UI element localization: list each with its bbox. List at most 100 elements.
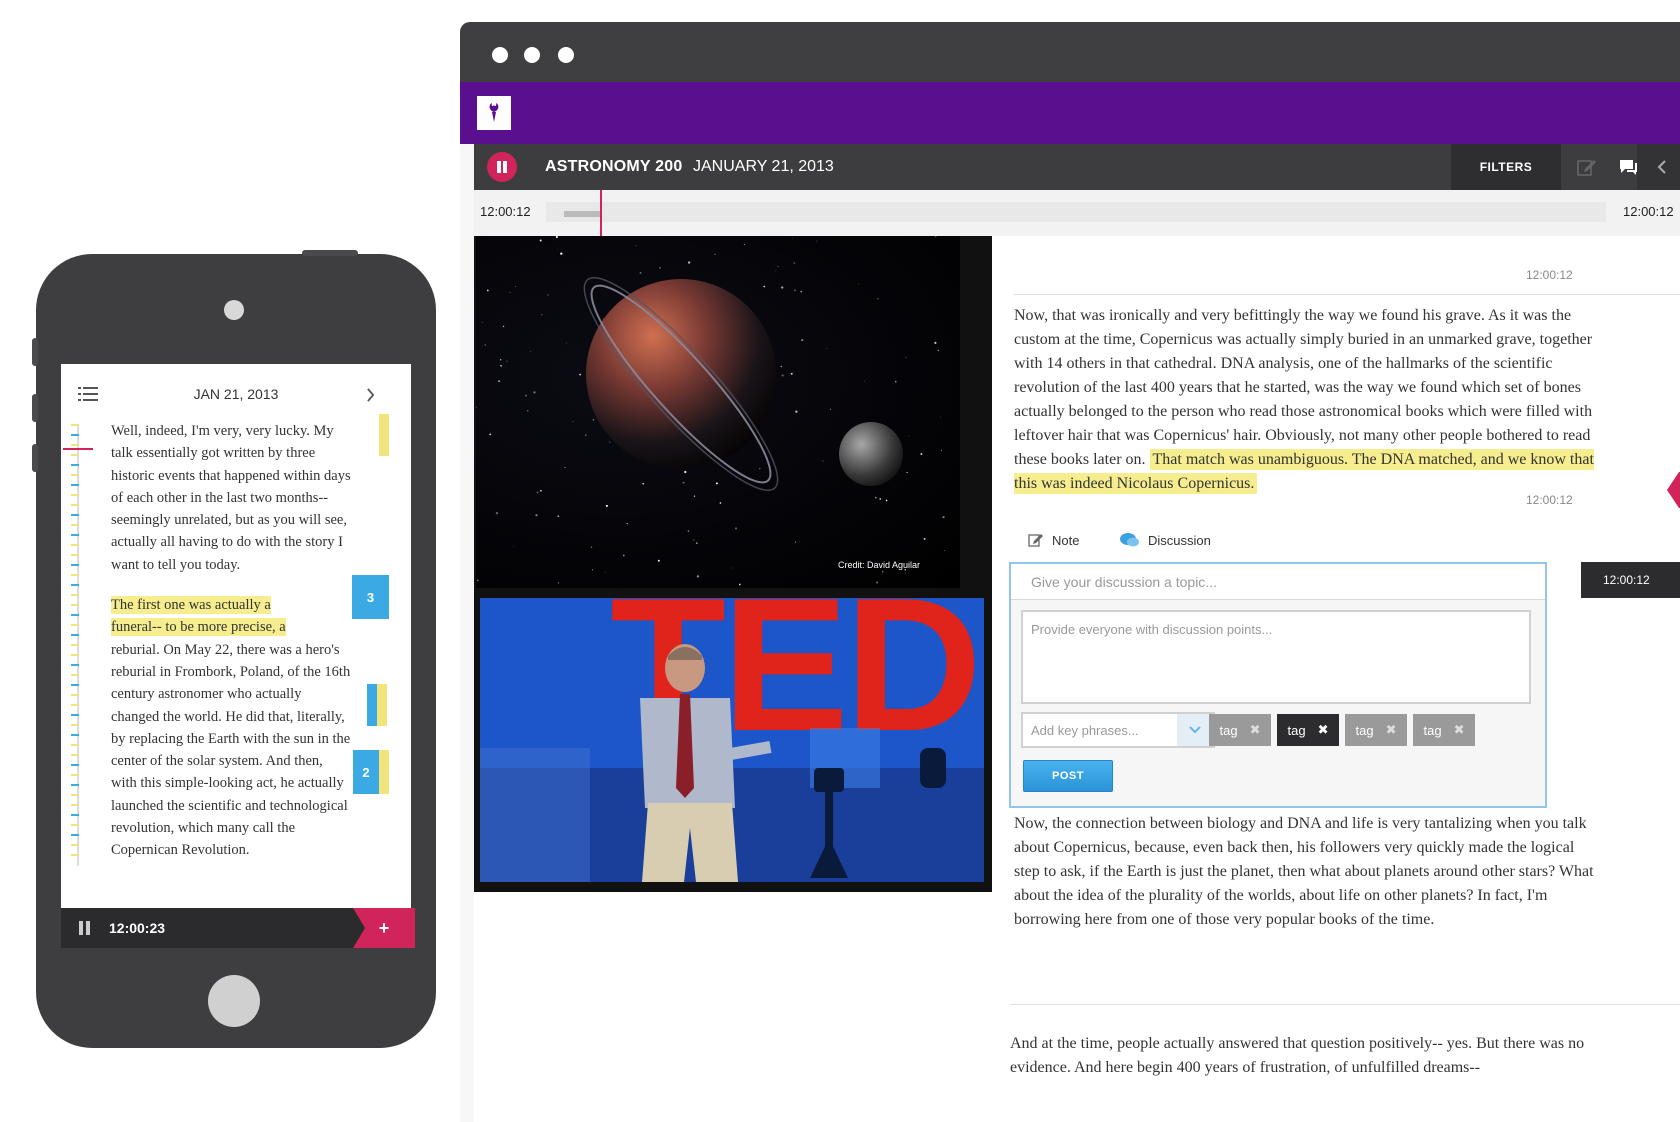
- timeline-tick: [71, 854, 79, 856]
- tag-chip-4[interactable]: tag ✖: [1413, 714, 1475, 746]
- post-button[interactable]: POST: [1023, 760, 1113, 792]
- timeline-tick: [71, 514, 79, 516]
- timeline-tick: [71, 594, 79, 596]
- pause-icon[interactable]: [79, 921, 91, 935]
- pause-button[interactable]: [487, 152, 517, 182]
- transcript-text-1: Now, that was ironically and very befitt…: [1014, 307, 1593, 468]
- phone-volume-down: [32, 444, 38, 472]
- timeline-tick: [71, 544, 79, 546]
- timeline-start-time: 12:00:12: [480, 204, 531, 219]
- timeline-tick: [71, 554, 79, 556]
- lecture-slide-image: Credit: David Aguilar: [476, 236, 960, 588]
- remove-tag-icon[interactable]: ✖: [1386, 722, 1397, 738]
- add-note-button[interactable]: +: [353, 908, 415, 948]
- timeline-buffered: [564, 211, 600, 217]
- timeline-tick: [71, 494, 79, 496]
- timeline-tick: [71, 464, 79, 466]
- tab-discussion[interactable]: Discussion: [1120, 532, 1211, 548]
- window-close-dot[interactable]: [492, 47, 508, 63]
- phone-highlight-a[interactable]: The first one was actually a: [111, 596, 271, 615]
- phone-comment-badge[interactable]: 3: [352, 575, 389, 619]
- timeline-tick: [71, 444, 79, 446]
- phone-transcript: Well, indeed, I'm very, very lucky. My t…: [111, 420, 351, 880]
- phone-note-flag-blue[interactable]: [367, 684, 377, 726]
- filters-button[interactable]: FILTERS: [1451, 144, 1561, 190]
- collapse-panel-button[interactable]: [1637, 144, 1680, 190]
- transcript-divider-top: [1014, 294, 1680, 295]
- timeline-tick: [71, 724, 79, 726]
- phone-paragraph-1: Well, indeed, I'm very, very lucky. My t…: [111, 423, 351, 573]
- remove-tag-icon[interactable]: ✖: [1250, 722, 1261, 738]
- chevron-down-icon[interactable]: [1177, 714, 1213, 746]
- timeline-tick: [71, 704, 79, 706]
- timeline-tick: [71, 474, 79, 476]
- timeline-tick: [71, 834, 79, 836]
- phone-player-bar: 12:00:23 +: [61, 908, 415, 948]
- discussion-points-textarea[interactable]: [1021, 610, 1531, 704]
- chevron-right-icon[interactable]: [366, 388, 375, 402]
- timeline-tick: [71, 684, 79, 686]
- app-header: [460, 82, 1680, 144]
- timeline-playhead[interactable]: [600, 190, 602, 236]
- tag-chip-2[interactable]: tag ✖: [1277, 714, 1339, 746]
- phone-note-flag-yellow-2[interactable]: [377, 684, 387, 726]
- tag-chip-1[interactable]: tag ✖: [1209, 714, 1271, 746]
- phone-playhead-marker: [63, 448, 93, 450]
- window-maximize-dot[interactable]: [558, 47, 574, 63]
- phone-note-flag-yellow[interactable]: [379, 414, 389, 456]
- timeline-tick: [71, 654, 79, 656]
- video-panel[interactable]: Credit: David Aguilar TED: [474, 236, 992, 892]
- transcript-timestamp-mid[interactable]: 12:00:12: [1526, 493, 1573, 507]
- timeline-tick: [71, 824, 79, 826]
- tab-note[interactable]: Note: [1028, 532, 1079, 548]
- timeline-tick: [71, 584, 79, 586]
- phone-comment-badge-2[interactable]: 2: [353, 750, 379, 794]
- timeline-tick: [71, 764, 79, 766]
- active-note-flag[interactable]: [1667, 472, 1680, 508]
- timeline-tick: [71, 624, 79, 626]
- transcript-paragraph-2: Now, the connection between biology and …: [1014, 815, 1594, 928]
- timeline-tick: [71, 664, 79, 666]
- tag-chip-3[interactable]: tag ✖: [1345, 714, 1407, 746]
- discussion-icon: [1120, 533, 1139, 547]
- remove-tag-icon[interactable]: ✖: [1454, 722, 1465, 738]
- tab-discussion-label: Discussion: [1148, 532, 1211, 548]
- phone-timeline-rail[interactable]: [77, 426, 79, 866]
- window-minimize-dot[interactable]: [524, 47, 540, 63]
- transcript-paragraph-3: And at the time, people actually answere…: [1010, 1035, 1585, 1076]
- browser-window: ASTRONOMY 200 JANUARY 21, 2013 FILTERS 1…: [460, 22, 1680, 1122]
- timeline-tick: [71, 484, 79, 486]
- torch-logo-icon[interactable]: [477, 96, 511, 130]
- phone-highlight-b[interactable]: funeral-- to be more precise, a: [111, 618, 286, 637]
- transcript-timestamp-top[interactable]: 12:00:12: [1526, 268, 1573, 282]
- transcript-paragraph-1: Now, that was ironically and very befitt…: [1014, 304, 1594, 496]
- topic-input[interactable]: [1011, 564, 1545, 600]
- edit-note-icon: [1028, 534, 1043, 547]
- lecture-toolbar: ASTRONOMY 200 JANUARY 21, 2013 FILTERS: [474, 144, 1680, 190]
- tag-label: tag: [1355, 722, 1374, 738]
- tag-label: tag: [1287, 722, 1306, 738]
- phone-paragraph-2-rest: reburial. On May 22, there was a hero's …: [111, 641, 351, 859]
- timeline-bar: 12:00:12 12:00:12: [474, 190, 1680, 236]
- phone-paragraph-2: The first one was actually a funeral-- t…: [111, 594, 351, 862]
- slide-credit: Credit: David Aguilar: [837, 560, 920, 570]
- compose-timestamp[interactable]: 12:00:12: [1581, 562, 1680, 598]
- timeline-tick: [71, 814, 79, 816]
- timeline-tick: [71, 804, 79, 806]
- phone-screen: JAN 21, 2013 Well, indeed, I'm very, ver…: [61, 364, 411, 914]
- timeline-tick: [71, 744, 79, 746]
- edit-note-icon[interactable]: [1576, 157, 1598, 177]
- timeline-tick: [71, 844, 79, 846]
- key-phrase-input[interactable]: [1023, 714, 1175, 746]
- discussion-icon[interactable]: [1617, 157, 1639, 177]
- chevron-left-icon: [1657, 160, 1666, 174]
- key-phrase-combobox[interactable]: [1021, 712, 1215, 748]
- timeline-scrubber[interactable]: [546, 202, 1606, 222]
- timeline-tick: [71, 564, 79, 566]
- lecture-workspace: ASTRONOMY 200 JANUARY 21, 2013 FILTERS 1…: [474, 144, 1680, 1122]
- timeline-tick: [71, 774, 79, 776]
- remove-tag-icon[interactable]: ✖: [1318, 722, 1329, 738]
- phone-home-button[interactable]: [208, 975, 260, 1027]
- phone-note-flag-yellow-3[interactable]: [379, 750, 389, 794]
- plus-icon: +: [378, 917, 390, 938]
